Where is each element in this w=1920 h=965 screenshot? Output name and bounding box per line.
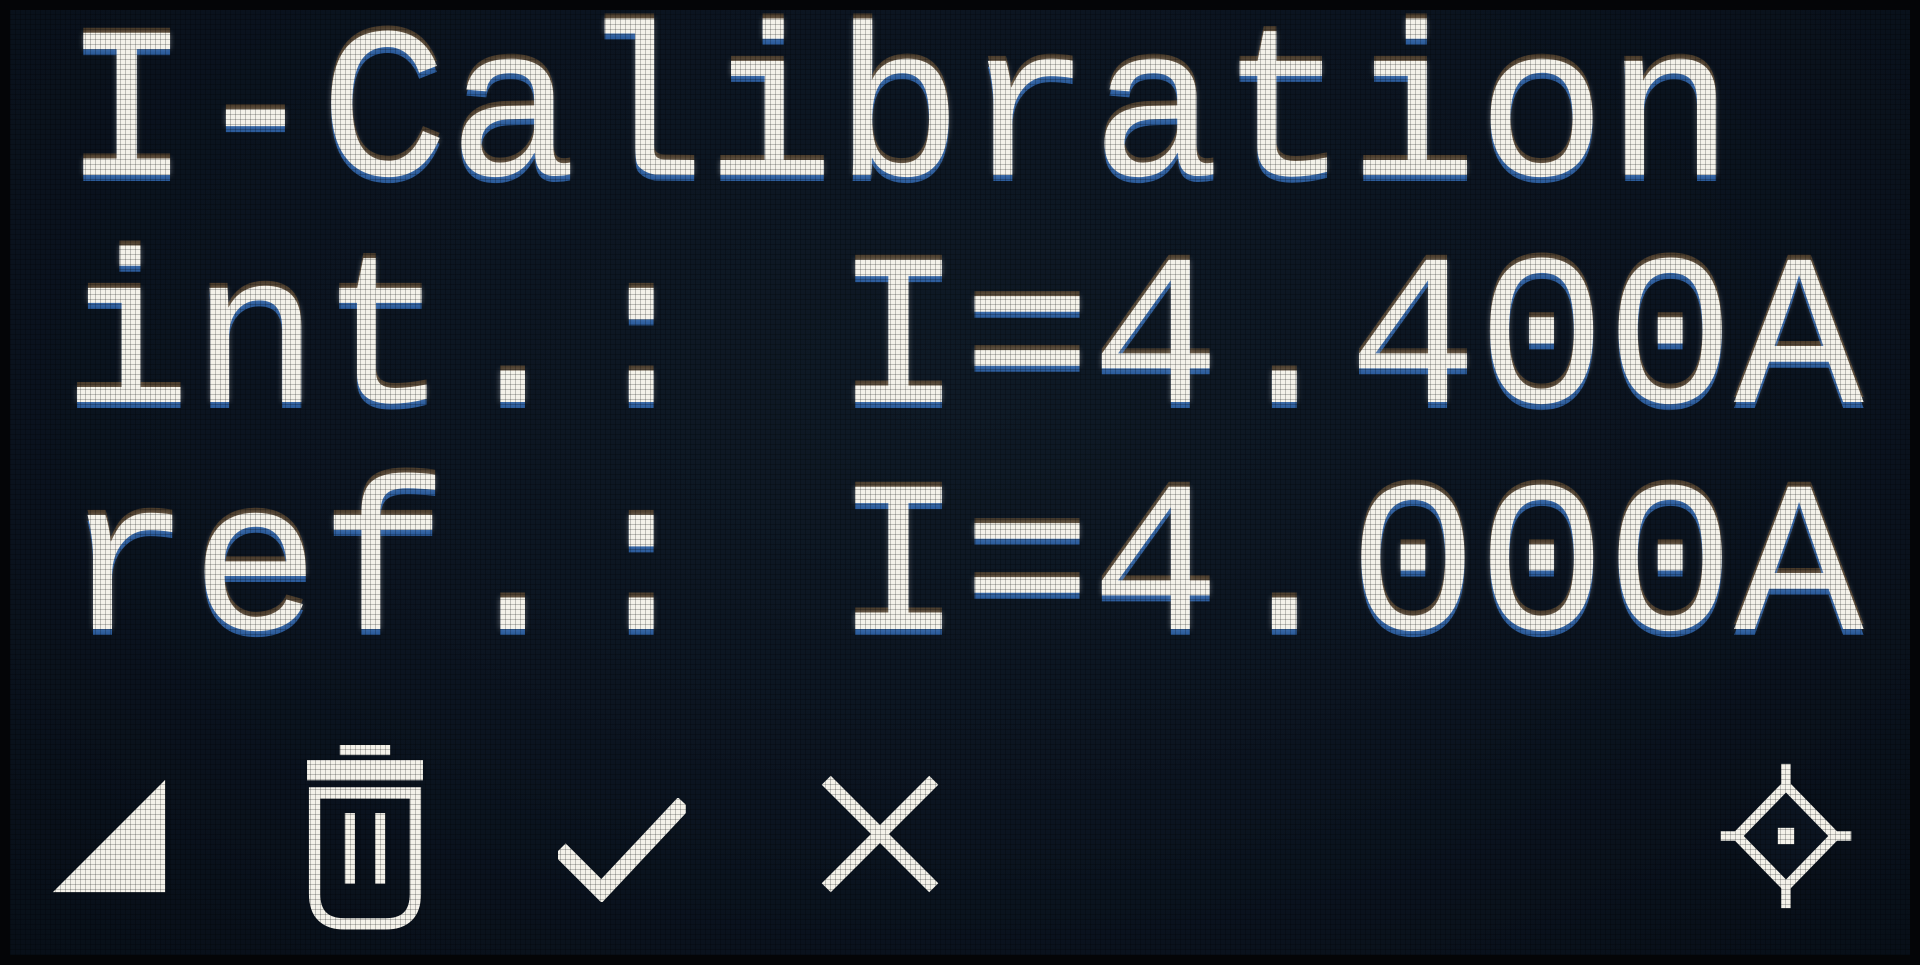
lcd-screen: I-Calibration int.: I=4.400A ref.: I=4.0… (0, 0, 1920, 965)
crosshair-target-icon[interactable] (1718, 760, 1854, 912)
signal-strength-icon[interactable] (48, 775, 170, 897)
check-icon[interactable] (558, 798, 686, 902)
trash-icon[interactable] (302, 742, 428, 932)
internal-current-reading: int.: I=4.400A (62, 222, 1864, 467)
close-icon[interactable] (816, 768, 944, 900)
reference-current-reading: ref.: I=4.000A (62, 449, 1864, 694)
screen-title: I-Calibration (62, 0, 1735, 240)
